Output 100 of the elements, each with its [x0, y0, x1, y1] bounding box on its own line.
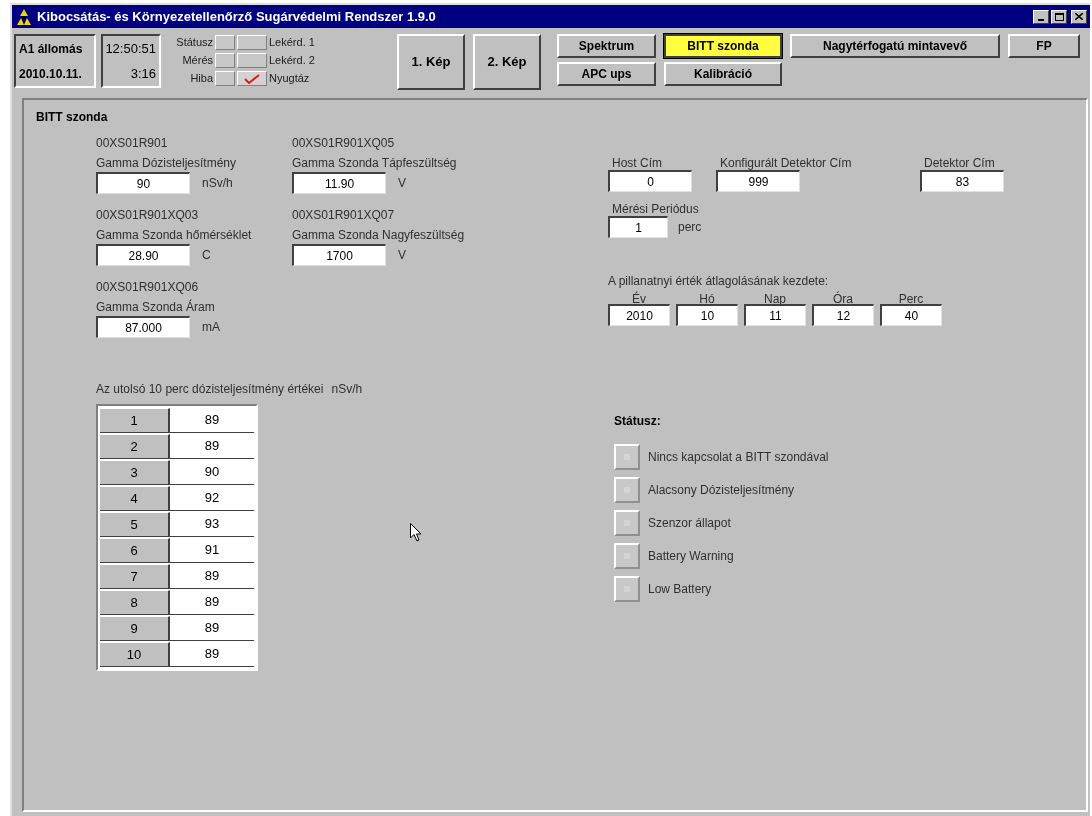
row-header: 6	[100, 538, 170, 562]
indicator-checkbox[interactable]	[237, 35, 267, 50]
field-label: Hó	[699, 291, 715, 304]
table-cell-text: 89	[203, 437, 221, 456]
indicator-label: Hiba	[189, 71, 214, 87]
measurement-label: Gamma Szonda Tápfeszültség	[292, 155, 458, 172]
field-label: Év	[632, 290, 646, 304]
table-cell-text: 93	[203, 515, 221, 534]
value-field[interactable]: 11.90	[292, 172, 386, 194]
indicator-label: Lekérd. 2	[269, 53, 315, 69]
measurement-label: Gamma Szonda hőmérséklet	[96, 227, 253, 244]
unit-label: mA	[202, 319, 220, 336]
table-cell-text: 89	[203, 567, 221, 586]
field-label: Perc	[898, 291, 924, 304]
input-field[interactable]: 0	[608, 170, 692, 192]
input-field[interactable]: 1	[608, 216, 668, 238]
view-button[interactable]: 2. Kép	[473, 34, 541, 90]
unit-label: perc	[678, 219, 702, 236]
table-cell-text: 90	[203, 463, 221, 482]
table-cell-text: 91	[203, 541, 221, 560]
measurement-label: Gamma Szonda Áram	[96, 298, 216, 316]
tab-button[interactable]: BITT szonda	[664, 34, 782, 58]
indicator-light	[215, 71, 235, 86]
unit-label: nSv/h	[202, 175, 233, 192]
field-label: Mérési Periódus	[611, 201, 700, 216]
station-date: 2010.10.11.	[19, 65, 83, 83]
measurement-code: 00XS01R901XQ06	[96, 279, 200, 296]
row-header: 7	[100, 564, 170, 588]
input-field[interactable]: 40	[880, 304, 942, 326]
input-field[interactable]: 83	[920, 170, 1004, 192]
input-field[interactable]: 11	[744, 304, 806, 326]
row-header: 10	[100, 642, 170, 666]
tab-button[interactable]: APC ups	[557, 62, 656, 86]
input-field[interactable]: 2010	[608, 304, 670, 326]
view-button[interactable]: 1. Kép	[397, 34, 465, 90]
input-field[interactable]: 12	[812, 304, 874, 326]
row-header: 8	[100, 590, 170, 614]
input-field[interactable]: 10	[676, 304, 738, 326]
field-label: Nap	[764, 291, 786, 304]
clock-time: 12:50:51	[105, 39, 156, 58]
minimize-button[interactable]	[1033, 9, 1049, 24]
maximize-button[interactable]	[1051, 9, 1067, 24]
indicator-label: Lekérd. 1	[269, 35, 315, 51]
close-icon	[1075, 13, 1083, 20]
table-cell-text: 89	[203, 645, 221, 664]
row-header: 1	[100, 408, 170, 432]
measurement-code: 00XS01R901XQ03	[96, 207, 200, 224]
field-label: Konfigurált Detektor Cím	[719, 155, 853, 170]
unit-label: C	[202, 247, 211, 264]
indicator-checkbox[interactable]	[237, 53, 267, 68]
indicator-checkbox[interactable]	[237, 71, 267, 86]
indicator-light	[215, 35, 235, 50]
close-button[interactable]	[1071, 9, 1087, 24]
measurement-code: 00XS01R901	[96, 135, 169, 152]
value-field[interactable]: 90	[96, 172, 190, 194]
value-field[interactable]: 87.000	[96, 316, 190, 338]
row-header: 4	[100, 486, 170, 510]
table-cell-text: 89	[203, 619, 221, 638]
status-label: Szenzor állapot	[648, 514, 731, 532]
indicator-light	[215, 53, 235, 68]
panel-title: BITT szonda	[36, 109, 109, 126]
measurement-label: Gamma Dózisteljesítmény	[96, 155, 238, 172]
status-title: Státusz:	[614, 413, 662, 430]
table-cell-text: 92	[203, 489, 221, 508]
measurement-code: 00XS01R901XQ07	[292, 207, 396, 224]
measurement-label: Gamma Szonda Nagyfeszültség	[292, 227, 466, 244]
tab-button[interactable]: Nagytérfogatú mintavevő	[790, 34, 1000, 58]
status-label: Nincs kapcsolat a BITT szondával	[648, 448, 829, 466]
tab-button[interactable]: FP	[1008, 34, 1080, 58]
station-name: A1 állomás	[19, 40, 84, 58]
tab-button[interactable]: Spektrum	[557, 34, 656, 58]
cursor-icon	[410, 523, 422, 542]
row-header: 9	[100, 616, 170, 640]
value-field[interactable]: 28.90	[96, 244, 190, 266]
table-cell-text: 89	[203, 411, 221, 430]
check-icon	[244, 73, 260, 84]
indicator-label: Státusz	[175, 35, 214, 51]
indicator-label: Mérés	[181, 53, 214, 69]
window-title: Kibocsátás- és Környezetellenőrző Sugárvédelmi Rendszer 1.9.0	[37, 7, 436, 26]
maximize-icon	[1054, 12, 1064, 21]
field-label: Detektor Cím	[923, 155, 996, 170]
table-title: Az utolsó 10 perc dózisteljesítmény értékei	[96, 381, 324, 398]
status-label: Battery Warning	[648, 547, 734, 565]
averaging-title: A pillanatnyi érték átlagolásának kezdete:	[608, 273, 830, 290]
row-header: 5	[100, 512, 170, 536]
status-label: Alacsony Dózisteljesítmény	[648, 481, 795, 499]
unit-label: V	[398, 247, 406, 264]
field-label: Óra	[833, 290, 853, 304]
row-header: 3	[100, 460, 170, 484]
value-field[interactable]: 1700	[292, 244, 386, 266]
status-label: Low Battery	[648, 580, 712, 598]
field-label: Host Cím	[611, 155, 663, 170]
tab-button[interactable]: Kalibráció	[664, 62, 782, 86]
input-field[interactable]: 999	[716, 170, 800, 192]
indicator-label: Nyugtáz	[269, 71, 310, 87]
radiation-icon	[15, 8, 33, 25]
measurement-code: 00XS01R901XQ05	[292, 135, 396, 152]
minimize-icon	[1038, 18, 1044, 21]
unit-label: V	[398, 175, 406, 192]
elapsed-time: 3:16	[130, 64, 156, 83]
